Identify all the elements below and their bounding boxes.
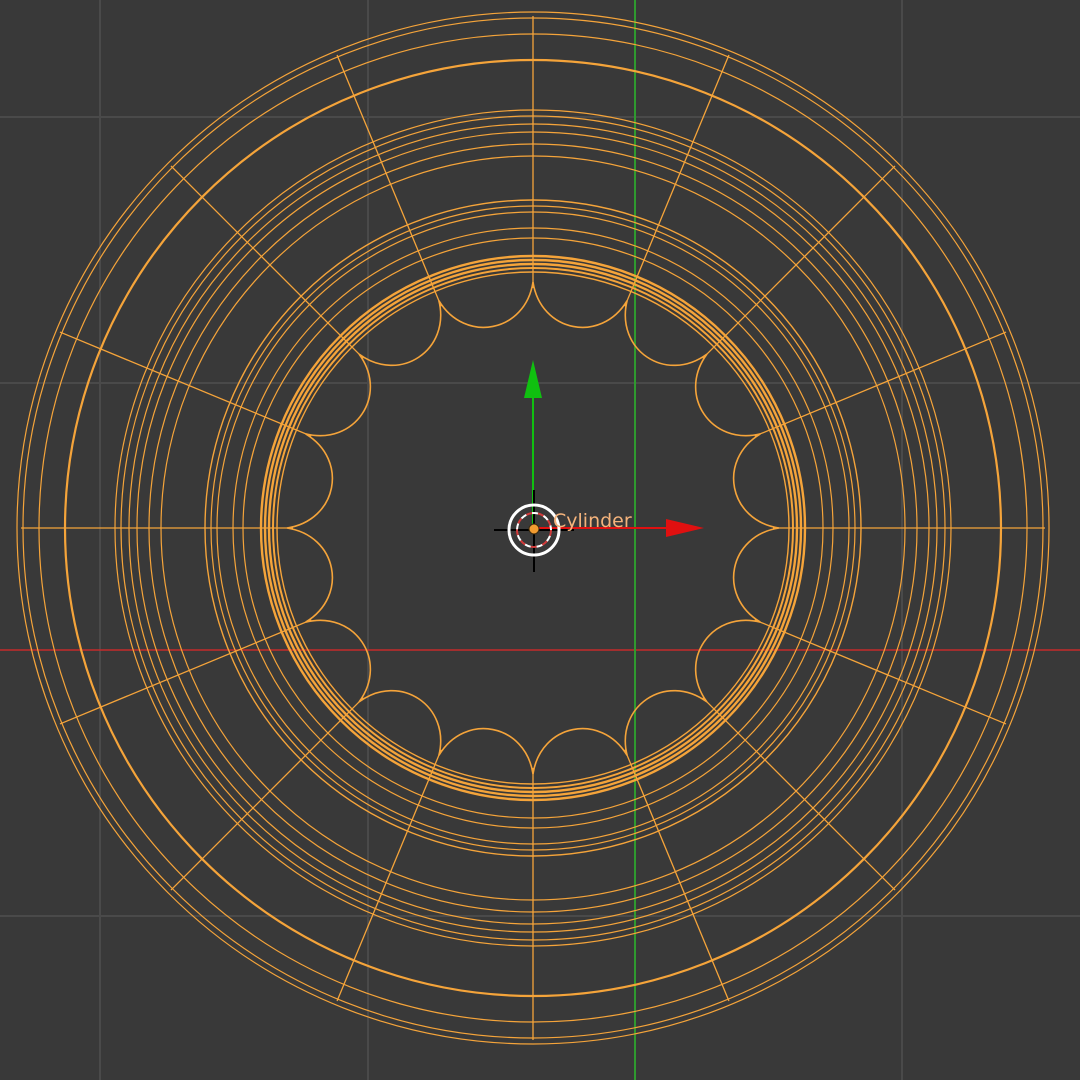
mesh-radial-edge [170,165,364,359]
object-origin-dot [528,523,540,535]
mesh-radial-edge [702,165,896,359]
object-name-label: Cylinder [553,510,632,532]
mesh-radial-edge [170,697,364,891]
3d-viewport[interactable]: Cylinder [0,0,1080,1080]
mesh-radial-edge [702,697,896,891]
y-arrow-head[interactable] [524,360,542,398]
viewport-grid [0,0,1080,1080]
x-arrow-head[interactable] [666,519,704,537]
